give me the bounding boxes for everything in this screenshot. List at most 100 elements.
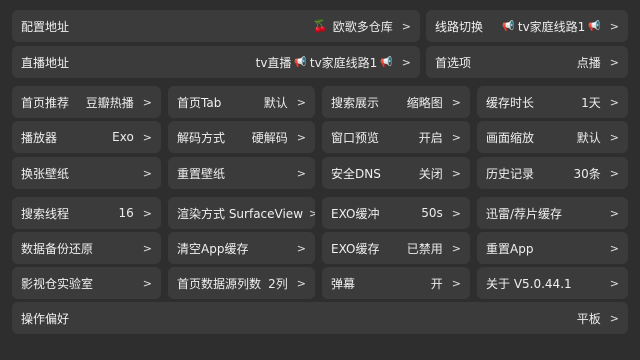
setting-label: 首页Tab [177,95,222,110]
setting-thunder-cache[interactable]: 迅雷/荐片缓存 > [477,197,628,229]
chevron-right-icon: > [309,206,315,220]
chevron-right-icon: > [296,95,306,109]
setting-value: 2列 [268,276,288,291]
trumpet-icon: 📢 [502,20,515,32]
setting-label: EXO缓存 [331,241,380,256]
chevron-right-icon: > [609,241,619,255]
setting-label: 历史记录 [486,166,535,181]
setting-label: 渲染方式 SurfaceView [177,206,304,221]
chevron-right-icon: > [609,206,619,220]
setting-value: 点播 [576,55,601,70]
setting-secure-dns[interactable]: 安全DNS 关闭 > [322,157,470,189]
setting-preference[interactable]: 首选项 点播 > [426,46,628,78]
setting-label: 首页数据源列数 [177,276,262,291]
setting-window-preview[interactable]: 窗口预览 开启 > [322,121,470,153]
setting-clear-app-cache[interactable]: 清空App缓存 > [168,232,315,264]
setting-home-columns[interactable]: 首页数据源列数 2列 > [168,267,315,299]
setting-live-address[interactable]: 直播地址 tv直播 📢 tv家庭线路1 📢 > [12,46,420,78]
setting-value: 30条 [573,166,601,181]
chevron-right-icon: > [451,276,461,290]
setting-value: tv直播 [255,55,292,70]
chevron-right-icon: > [142,241,152,255]
setting-label: 重置App [486,241,534,256]
setting-label: 操作偏好 [21,311,70,326]
trumpet-icon: 📢 [294,56,307,68]
setting-value: 1天 [581,95,601,110]
setting-exo-buffer[interactable]: EXO缓冲 50s > [322,197,470,229]
chevron-right-icon: > [609,55,619,69]
setting-history[interactable]: 历史记录 30条 > [477,157,628,189]
chevron-right-icon: > [142,276,152,290]
setting-label: 线路切换 [435,19,484,34]
chevron-right-icon: > [296,276,306,290]
chevron-right-icon: > [609,311,619,325]
setting-label: EXO缓冲 [331,206,380,221]
setting-decode-mode[interactable]: 解码方式 硬解码 > [168,121,315,153]
chevron-right-icon: > [451,95,461,109]
cherry-icon: 🍒 [312,19,328,33]
setting-player[interactable]: 播放器 Exo > [12,121,161,153]
setting-value: 16 [118,206,134,220]
setting-label: 弹幕 [331,276,356,291]
setting-label: 搜索展示 [331,95,380,110]
chevron-right-icon: > [451,130,461,144]
setting-render-mode[interactable]: 渲染方式 SurfaceView > [168,197,315,229]
setting-label: 关于 V5.0.44.1 [486,276,572,291]
chevron-right-icon: > [451,206,461,220]
chevron-right-icon: > [296,166,306,180]
setting-value: 默认 [576,130,601,145]
chevron-right-icon: > [609,95,619,109]
chevron-right-icon: > [296,241,306,255]
setting-config-address[interactable]: 配置地址 🍒 欧歌多仓库 > [12,10,420,42]
setting-home-tab[interactable]: 首页Tab 默认 > [168,86,315,118]
setting-label: 配置地址 [21,19,70,34]
chevron-right-icon: > [142,130,152,144]
setting-backup-restore[interactable]: 数据备份还原 > [12,232,161,264]
setting-operation-preference[interactable]: 操作偏好 平板 > [12,302,628,334]
chevron-right-icon: > [609,19,619,33]
chevron-right-icon: > [142,206,152,220]
chevron-right-icon: > [609,130,619,144]
setting-route-switch[interactable]: 线路切换 📢 tv家庭线路1 📢 > [426,10,628,42]
setting-home-recommend[interactable]: 首页推荐 豆瓣热播 > [12,86,161,118]
setting-value: 已禁用 [406,241,443,256]
setting-value: 50s [421,206,443,220]
setting-value: 开 [430,276,443,291]
setting-about[interactable]: 关于 V5.0.44.1 > [477,267,628,299]
setting-danmaku[interactable]: 弹幕 开 > [322,267,470,299]
setting-label: 解码方式 [177,130,226,145]
setting-label: 数据备份还原 [21,241,94,256]
setting-exo-cache[interactable]: EXO缓存 已禁用 > [322,232,470,264]
setting-label: 迅雷/荐片缓存 [486,206,563,221]
chevron-right-icon: > [142,166,152,180]
setting-value: 平板 [576,311,601,326]
trumpet-icon: 📢 [588,20,601,32]
setting-cache-duration[interactable]: 缓存时长 1天 > [477,86,628,118]
setting-label: 搜索线程 [21,206,70,221]
setting-label: 缓存时长 [486,95,535,110]
setting-value: tv家庭线路1 [517,19,586,34]
setting-label: 换张壁纸 [21,166,70,181]
setting-label: 画面缩放 [486,130,535,145]
setting-search-display[interactable]: 搜索展示 缩略图 > [322,86,470,118]
chevron-right-icon: > [401,55,411,69]
trumpet-icon: 📢 [380,56,393,68]
setting-change-wallpaper[interactable]: 换张壁纸 > [12,157,161,189]
setting-label: 首选项 [435,55,472,70]
setting-value: Exo [112,130,134,144]
setting-picture-scale[interactable]: 画面缩放 默认 > [477,121,628,153]
chevron-right-icon: > [142,95,152,109]
setting-reset-wallpaper[interactable]: 重置壁纸 > [168,157,315,189]
chevron-right-icon: > [609,166,619,180]
setting-label: 安全DNS [331,166,381,181]
setting-value: 硬解码 [251,130,288,145]
setting-value-2: tv家庭线路1 [309,55,378,70]
chevron-right-icon: > [296,130,306,144]
setting-search-threads[interactable]: 搜索线程 16 > [12,197,161,229]
setting-value: 欧歌多仓库 [332,19,393,34]
setting-value: 缩略图 [406,95,443,110]
chevron-right-icon: > [451,241,461,255]
setting-reset-app[interactable]: 重置App > [477,232,628,264]
setting-label: 重置壁纸 [177,166,226,181]
setting-lab[interactable]: 影视仓实验室 > [12,267,161,299]
